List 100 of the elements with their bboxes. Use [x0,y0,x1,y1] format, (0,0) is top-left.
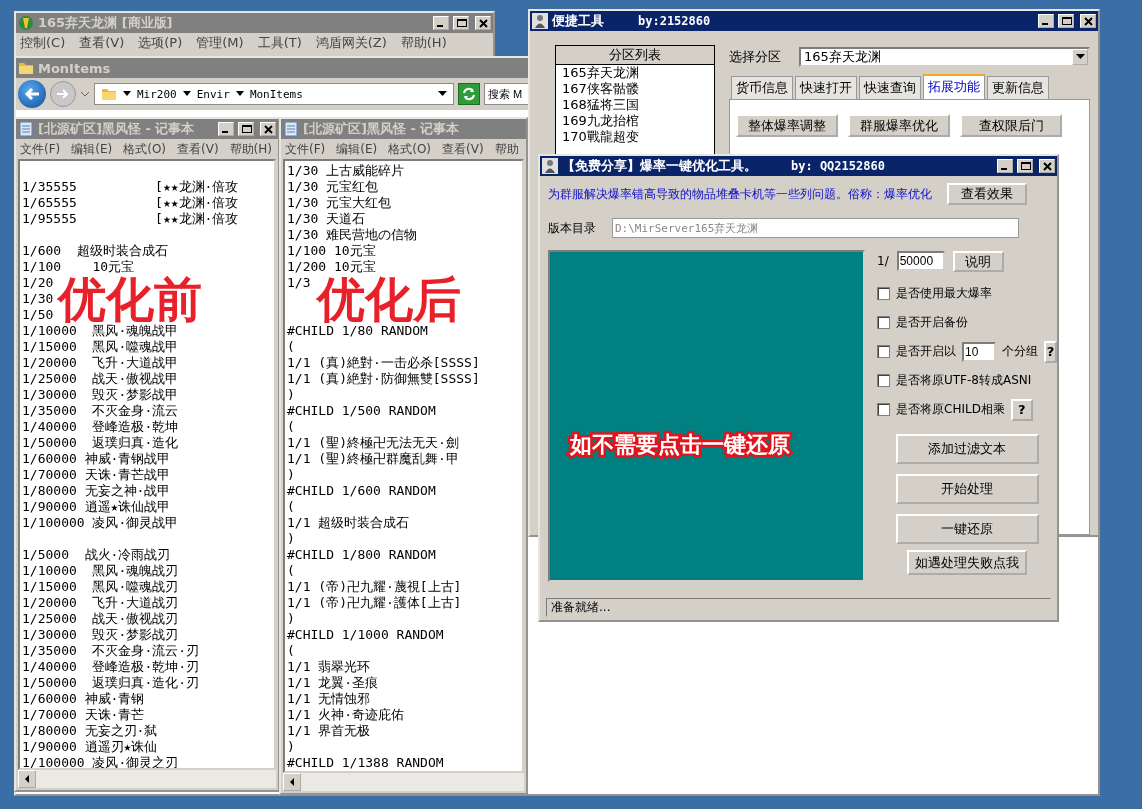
menu-item[interactable]: 工具(T) [257,34,302,52]
scroll-left-button[interactable] [18,770,36,788]
close-button[interactable] [260,122,276,136]
checkbox[interactable] [877,287,890,300]
menu-item[interactable]: 查看(V) [79,34,125,52]
notepad-icon [283,121,299,137]
caret-icon [182,91,191,97]
text-line: 1/70000 天诛·青芒战甲 [22,467,171,483]
text-line: 1/15000 黑风·噬魂战甲 [22,339,179,355]
rate-field[interactable]: 50000 [896,251,945,271]
menu-item[interactable]: 管理(M) [196,34,244,52]
button[interactable]: 查权限后门 [960,114,1062,137]
tab[interactable]: 货币信息 [731,76,793,99]
tab[interactable]: 快速打开 [795,76,857,99]
forward-button[interactable] [50,81,76,107]
list-item[interactable]: 170戰龍超变 [556,129,714,145]
text-line: ) [287,739,295,755]
horizontal-scrollbar[interactable] [283,773,524,791]
minimize-button[interactable] [433,16,449,30]
text-line: ) [287,611,295,627]
person-icon [532,13,548,29]
status-bar: 准备就绪... [546,598,1051,617]
text-line: #CHILD 1/1388 RANDOM [287,755,444,771]
close-button[interactable] [1039,159,1055,173]
text-line: 1/35000 不灭金身·流云 [22,403,179,419]
list-box[interactable]: 分区列表 165弃天龙渊 167侠客骷髅 168猛将三国 169九龙抬棺 170戰龍超变 [555,45,715,155]
menu-item[interactable]: 帮助(H) [400,34,447,52]
path-segment[interactable]: Mir200 [137,87,177,101]
text-line: #CHILD 1/80 RANDOM [287,323,428,339]
text-line: 1/15000 黑风·噬魂战刃 [22,579,179,595]
path-segment[interactable]: MonItems [249,87,303,101]
menu-item[interactable]: 格式(O) [388,140,432,158]
button[interactable]: 如遇处理失败点我 [907,550,1027,575]
search-field[interactable]: 搜索 M [484,83,530,105]
window-title: 【免费分享】爆率一键优化工具。 [562,157,757,175]
close-button[interactable] [1080,14,1096,28]
path-segment[interactable]: Envir [196,87,230,101]
list-item[interactable]: 169九龙抬棺 [556,113,714,129]
tab[interactable]: 拓展功能 [923,74,985,99]
count-field[interactable]: 10 [962,341,996,362]
menu-item[interactable]: 鸿盾网关(Z) [315,34,387,52]
dropdown[interactable]: 165弃天龙渊 [799,47,1090,67]
help-button[interactable]: ? [1044,340,1057,363]
button[interactable]: 整体爆率调整 [736,114,838,137]
maximize-icon [1018,160,1032,172]
menu-item[interactable]: 帮助 [494,140,519,158]
scroll-left-button[interactable] [283,773,301,791]
menu-item[interactable]: 帮助(H) [229,140,272,158]
tab[interactable]: 快速查询 [859,76,921,99]
author-label: by: QQ2152860 [791,159,885,173]
minimize-button[interactable] [1038,14,1054,28]
checkbox[interactable] [877,374,890,387]
text-line: 1/20000 飞升·大道战刃 [22,595,179,611]
button[interactable]: 说明 [952,250,1004,272]
minimize-button[interactable] [997,159,1013,173]
button[interactable]: 一键还原 [895,514,1039,544]
minimize-button[interactable] [218,122,234,136]
button[interactable]: 添加过滤文本 [895,434,1039,464]
list-item[interactable]: 165弃天龙渊 [556,65,714,81]
checkbox[interactable] [877,345,890,358]
horizontal-scrollbar[interactable] [18,770,276,788]
help-button[interactable]: ? [1010,398,1033,421]
menu-item[interactable]: 控制(C) [20,34,66,52]
menu-item[interactable]: 格式(O) [123,140,167,158]
close-button[interactable] [475,16,491,30]
menu-item[interactable]: 查看(V) [177,140,219,158]
checkbox-label: 个分组 [1002,343,1038,360]
list-item[interactable]: 168猛将三国 [556,97,714,113]
maximize-button[interactable] [453,16,469,30]
text-line: 1/1 界首无极 [287,723,371,739]
menu-item[interactable]: 文件(F) [20,140,61,158]
overlay-caption: 如不需要点击一键还原 [570,431,791,459]
button[interactable]: 查看效果 [947,183,1027,205]
menu-item[interactable]: 编辑(E) [336,140,378,158]
button[interactable]: 开始处理 [895,474,1039,504]
text-line: 1/1 (真)絶對·一击必杀[SSSS] [287,355,480,371]
checkbox[interactable] [877,316,890,329]
refresh-button[interactable] [458,83,480,105]
text-line: 1/20 [22,275,54,291]
address-bar[interactable]: Mir200 Envir MonItems [94,83,454,105]
text-line: 1/30 [22,291,54,307]
folder-icon [18,60,34,76]
menu-item[interactable]: 选项(P) [138,34,183,52]
text-line: ( [287,563,295,579]
checkbox[interactable] [877,403,890,416]
text-line: 1/100 10元宝 [287,243,376,259]
maximize-button[interactable] [238,122,254,136]
back-button[interactable] [18,80,46,108]
menu-item[interactable]: 编辑(E) [71,140,113,158]
maximize-button[interactable] [1058,14,1074,28]
button[interactable]: 群服爆率优化 [848,114,950,137]
menu-item[interactable]: 查看(V) [442,140,484,158]
list-item[interactable]: 167侠客骷髅 [556,81,714,97]
maximize-button[interactable] [1017,159,1033,173]
menu-item[interactable]: 文件(F) [285,140,326,158]
tab[interactable]: 更新信息 [987,76,1049,99]
checkbox-label: 是否将原UTF-8转成ASNI [896,372,1032,389]
dropdown-icon [438,91,447,97]
text-line: 1/20000 飞升·大道战甲 [22,355,179,371]
close-icon [476,17,490,29]
